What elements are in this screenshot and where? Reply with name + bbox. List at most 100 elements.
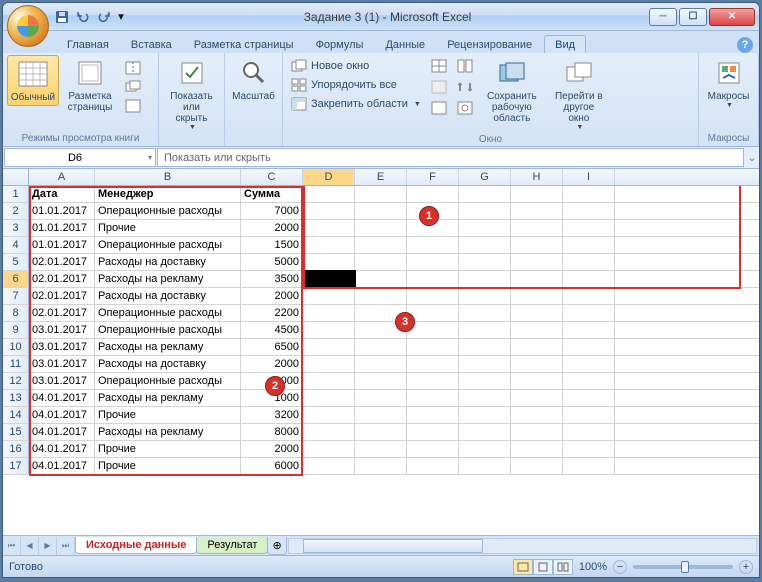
cell[interactable] — [459, 186, 511, 202]
redo-icon[interactable] — [95, 8, 113, 26]
cell[interactable] — [303, 424, 355, 440]
cell[interactable]: 04.01.2017 — [29, 390, 95, 406]
row-header[interactable]: 11 — [3, 356, 29, 372]
cell[interactable] — [355, 203, 407, 219]
cell[interactable] — [511, 254, 563, 270]
cell[interactable] — [459, 356, 511, 372]
page-break-preview-button[interactable] — [121, 59, 145, 77]
row-header[interactable]: 2 — [3, 203, 29, 219]
show-hide-button[interactable]: Показать или скрыть▼ — [163, 55, 220, 133]
cell[interactable]: 04.01.2017 — [29, 407, 95, 423]
formula-bar-expand-icon[interactable]: ⌄ — [745, 147, 759, 168]
cell[interactable]: 01.01.2017 — [29, 203, 95, 219]
cell[interactable]: Расходы на рекламу — [95, 424, 241, 440]
cell[interactable]: 02.01.2017 — [29, 305, 95, 321]
unhide-button[interactable] — [427, 99, 451, 117]
cell[interactable] — [511, 288, 563, 304]
row-header[interactable]: 16 — [3, 441, 29, 457]
cell[interactable] — [511, 339, 563, 355]
cell[interactable] — [355, 254, 407, 270]
sheet-nav-prev-icon[interactable]: ◀ — [21, 537, 39, 555]
cell[interactable] — [303, 441, 355, 457]
cell[interactable] — [303, 458, 355, 474]
cell[interactable] — [355, 390, 407, 406]
cell[interactable] — [459, 322, 511, 338]
cell[interactable] — [563, 271, 615, 287]
row-header[interactable]: 5 — [3, 254, 29, 270]
tab-review[interactable]: Рецензирование — [437, 36, 542, 53]
switch-windows-button[interactable]: Перейти в другое окно▼ — [547, 55, 611, 133]
cell[interactable]: 03.01.2017 — [29, 339, 95, 355]
cell[interactable] — [355, 220, 407, 236]
cell[interactable] — [355, 288, 407, 304]
cell[interactable]: 6000 — [241, 458, 303, 474]
cell[interactable]: 03.01.2017 — [29, 373, 95, 389]
cell[interactable] — [459, 237, 511, 253]
formula-bar[interactable]: Показать или скрыть — [157, 148, 744, 167]
cell[interactable] — [511, 271, 563, 287]
cell[interactable] — [303, 407, 355, 423]
cell[interactable] — [563, 441, 615, 457]
cell[interactable] — [355, 407, 407, 423]
cell[interactable] — [303, 186, 355, 202]
zoom-in-button[interactable]: + — [739, 560, 753, 574]
cell[interactable] — [459, 339, 511, 355]
arrange-all-button[interactable]: Упорядочить все — [287, 76, 425, 94]
zoom-level[interactable]: 100% — [579, 561, 607, 573]
tab-view[interactable]: Вид — [544, 35, 586, 53]
cell[interactable] — [563, 288, 615, 304]
cell[interactable]: 4500 — [241, 322, 303, 338]
cell[interactable]: Расходы на рекламу — [95, 390, 241, 406]
sheet-nav-last-icon[interactable]: ⏭ — [57, 537, 75, 555]
cell[interactable]: 2200 — [241, 305, 303, 321]
cell[interactable]: Операционные расходы — [95, 322, 241, 338]
new-window-button[interactable]: Новое окно — [287, 57, 425, 75]
cell[interactable] — [459, 407, 511, 423]
cell[interactable] — [355, 458, 407, 474]
zoom-button[interactable]: Масштаб — [228, 55, 280, 104]
cell[interactable] — [303, 373, 355, 389]
cell[interactable] — [407, 373, 459, 389]
cell[interactable] — [355, 373, 407, 389]
cell[interactable] — [459, 220, 511, 236]
cell[interactable]: 3500 — [241, 271, 303, 287]
select-all-corner[interactable] — [3, 169, 29, 185]
cell[interactable] — [407, 458, 459, 474]
cell[interactable]: 02.01.2017 — [29, 288, 95, 304]
page-layout-view-button[interactable]: Разметка страницы — [61, 55, 119, 115]
row-header[interactable]: 4 — [3, 237, 29, 253]
row-header[interactable]: 3 — [3, 220, 29, 236]
zoom-out-button[interactable]: − — [613, 560, 627, 574]
cell[interactable]: Прочие — [95, 458, 241, 474]
cell[interactable]: 04.01.2017 — [29, 441, 95, 457]
cell[interactable]: Операционные расходы — [95, 305, 241, 321]
help-icon[interactable]: ? — [737, 37, 753, 53]
cell[interactable]: Операционные расходы — [95, 203, 241, 219]
row-header[interactable]: 15 — [3, 424, 29, 440]
cell[interactable] — [563, 322, 615, 338]
cell[interactable] — [511, 373, 563, 389]
row-header[interactable]: 6 — [3, 271, 29, 287]
undo-icon[interactable] — [74, 8, 92, 26]
cell[interactable] — [303, 390, 355, 406]
cell[interactable] — [459, 254, 511, 270]
column-header-C[interactable]: C — [241, 169, 303, 185]
maximize-button[interactable]: ☐ — [679, 8, 707, 26]
zoom-slider[interactable] — [633, 565, 733, 569]
cell[interactable] — [563, 356, 615, 372]
row-header[interactable]: 7 — [3, 288, 29, 304]
name-box[interactable]: D6 — [4, 148, 156, 167]
macros-button[interactable]: Макросы▼ — [703, 55, 755, 111]
row-header[interactable]: 10 — [3, 339, 29, 355]
cell[interactable] — [459, 441, 511, 457]
save-workspace-button[interactable]: Сохранить рабочую область — [479, 55, 545, 126]
cell[interactable] — [407, 339, 459, 355]
row-header[interactable]: 12 — [3, 373, 29, 389]
status-page-layout-icon[interactable] — [533, 559, 553, 575]
cell[interactable]: Менеджер — [95, 186, 241, 202]
qat-customize-icon[interactable]: ▾ — [116, 8, 126, 26]
cell[interactable] — [511, 322, 563, 338]
cell[interactable]: 03.01.2017 — [29, 356, 95, 372]
row-header[interactable]: 13 — [3, 390, 29, 406]
cell[interactable] — [303, 322, 355, 338]
